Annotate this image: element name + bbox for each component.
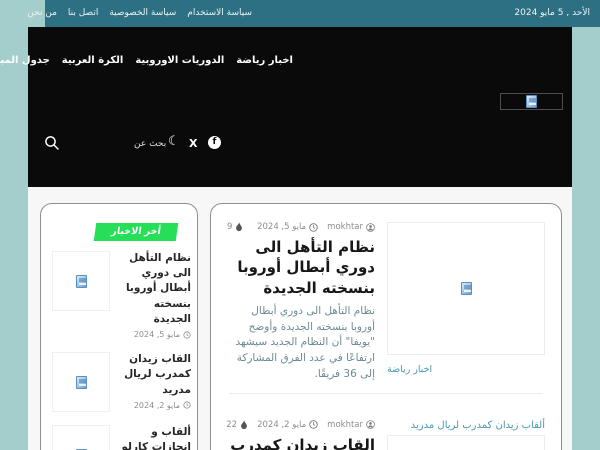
- post-image[interactable]: [387, 435, 545, 450]
- twitter-x-icon[interactable]: X: [189, 137, 197, 150]
- post-date: مايو 2, 2024: [257, 420, 318, 430]
- post-article: اخبار رياضة mokhtar مايو 5, 2024 9: [211, 204, 561, 383]
- current-date: الأحد , 5 مايو 2024: [514, 8, 590, 18]
- latest-news-badge: أخر الاخبار: [94, 223, 179, 241]
- topbar-link-contact[interactable]: اتصل بنا: [68, 8, 98, 18]
- latest-news-widget: أخر الاخبار نظام التأهل الى دوري أبطال أ…: [40, 203, 198, 450]
- post-views: 22: [226, 420, 248, 430]
- fire-icon: [235, 222, 243, 232]
- content-area: أخر الاخبار نظام التأهل الى دوري أبطال أ…: [28, 187, 572, 450]
- search-input[interactable]: بحث عن: [134, 139, 166, 149]
- post-excerpt: نظام التأهل الى دوري أبطال أوروبا بنسخته…: [227, 304, 375, 383]
- topbar-link-usage-policy[interactable]: سياسة الاستخدام: [187, 8, 252, 18]
- nav-item-match-schedule[interactable]: جدول المباريات: [0, 55, 50, 66]
- sidebar-post-title[interactable]: ألقاب و إنجازات كارلو انشيلوتي: [117, 425, 191, 450]
- clock-icon: [309, 223, 318, 232]
- post-author[interactable]: mokhtar: [327, 420, 375, 430]
- nav-item-sports-news[interactable]: اخبار رياضة: [236, 55, 293, 66]
- fire-icon: [240, 420, 248, 430]
- dark-mode-moon-icon[interactable]: ☾: [168, 134, 180, 149]
- category-link-sports-news[interactable]: اخبار رياضة: [387, 364, 432, 375]
- sidebar-post-thumbnail[interactable]: [52, 352, 110, 412]
- post-date: مايو 5, 2024: [257, 222, 318, 232]
- clock-icon: [183, 401, 191, 409]
- sidebar-post-thumbnail[interactable]: [52, 425, 110, 450]
- topbar-link-privacy-policy[interactable]: سياسة الخصوصية: [109, 8, 176, 18]
- nav-item-arab-football[interactable]: الكرة العربية: [62, 55, 124, 66]
- post-image[interactable]: [387, 222, 545, 355]
- list-item[interactable]: القاب زيدان كمدرب لريال مدريد مايو 2, 20…: [47, 352, 191, 412]
- broken-image-icon: [526, 95, 537, 108]
- topbar-menu: سياسة الاستخدام سياسة الخصوصية اتصل بنا …: [52, 8, 252, 18]
- post-title[interactable]: نظام التأهل الى دوري أبطال أوروبا بنسخته…: [227, 237, 375, 298]
- site-header: اخبار رياضة الدوريات الاوروبية الكرة الع…: [28, 27, 572, 187]
- sidebar-post-title[interactable]: نظام التأهل الى دوري أبطال أوروبا بنسخته…: [117, 251, 191, 327]
- user-icon: [366, 223, 375, 232]
- broken-image-icon: [461, 282, 472, 295]
- latest-news-list: نظام التأهل الى دوري أبطال أوروبا بنسخته…: [47, 251, 191, 450]
- post-author[interactable]: mokhtar: [327, 222, 375, 232]
- sidebar-post-date: مايو 2, 2024: [117, 401, 191, 410]
- user-icon: [366, 420, 375, 429]
- list-item[interactable]: ألقاب و إنجازات كارلو انشيلوتي: [47, 425, 191, 450]
- topbar: سياسة الاستخدام سياسة الخصوصية اتصل بنا …: [0, 0, 600, 27]
- facebook-icon[interactable]: f: [208, 136, 221, 149]
- post-views: 9: [227, 222, 243, 232]
- posts-panel: اخبار رياضة mokhtar مايو 5, 2024 9: [210, 203, 562, 450]
- post-meta: mokhtar مايو 5, 2024 9: [227, 222, 375, 232]
- site-logo[interactable]: [500, 93, 563, 110]
- broken-image-icon: [76, 275, 87, 288]
- main-nav: اخبار رياضة الدوريات الاوروبية الكرة الع…: [40, 55, 293, 66]
- topbar-link-about[interactable]: من نحن: [27, 8, 57, 18]
- post-meta: mokhtar مايو 2, 2024 22: [227, 420, 375, 430]
- clock-icon: [309, 420, 318, 429]
- post-title[interactable]: القاب زيدان كمدرب لريال مدريد: [227, 435, 375, 450]
- sidebar-post-date: مايو 5, 2024: [117, 330, 191, 339]
- broken-image-icon: [76, 376, 87, 389]
- search-icon[interactable]: [44, 135, 60, 151]
- nav-item-european-leagues[interactable]: الدوريات الاوروبية: [135, 55, 224, 66]
- clock-icon: [183, 331, 191, 339]
- sidebar-post-title[interactable]: القاب زيدان كمدرب لريال مدريد: [117, 352, 191, 398]
- sidebar-post-thumbnail[interactable]: [52, 251, 110, 311]
- post-image-alt-text[interactable]: ألقاب زيدان كمدرب لريال مدريد: [387, 420, 545, 431]
- list-item[interactable]: نظام التأهل الى دوري أبطال أوروبا بنسخته…: [47, 251, 191, 339]
- post-article: ألقاب زيدان كمدرب لريال مدريد mokhtar ما…: [211, 402, 561, 450]
- post-divider: [229, 393, 543, 394]
